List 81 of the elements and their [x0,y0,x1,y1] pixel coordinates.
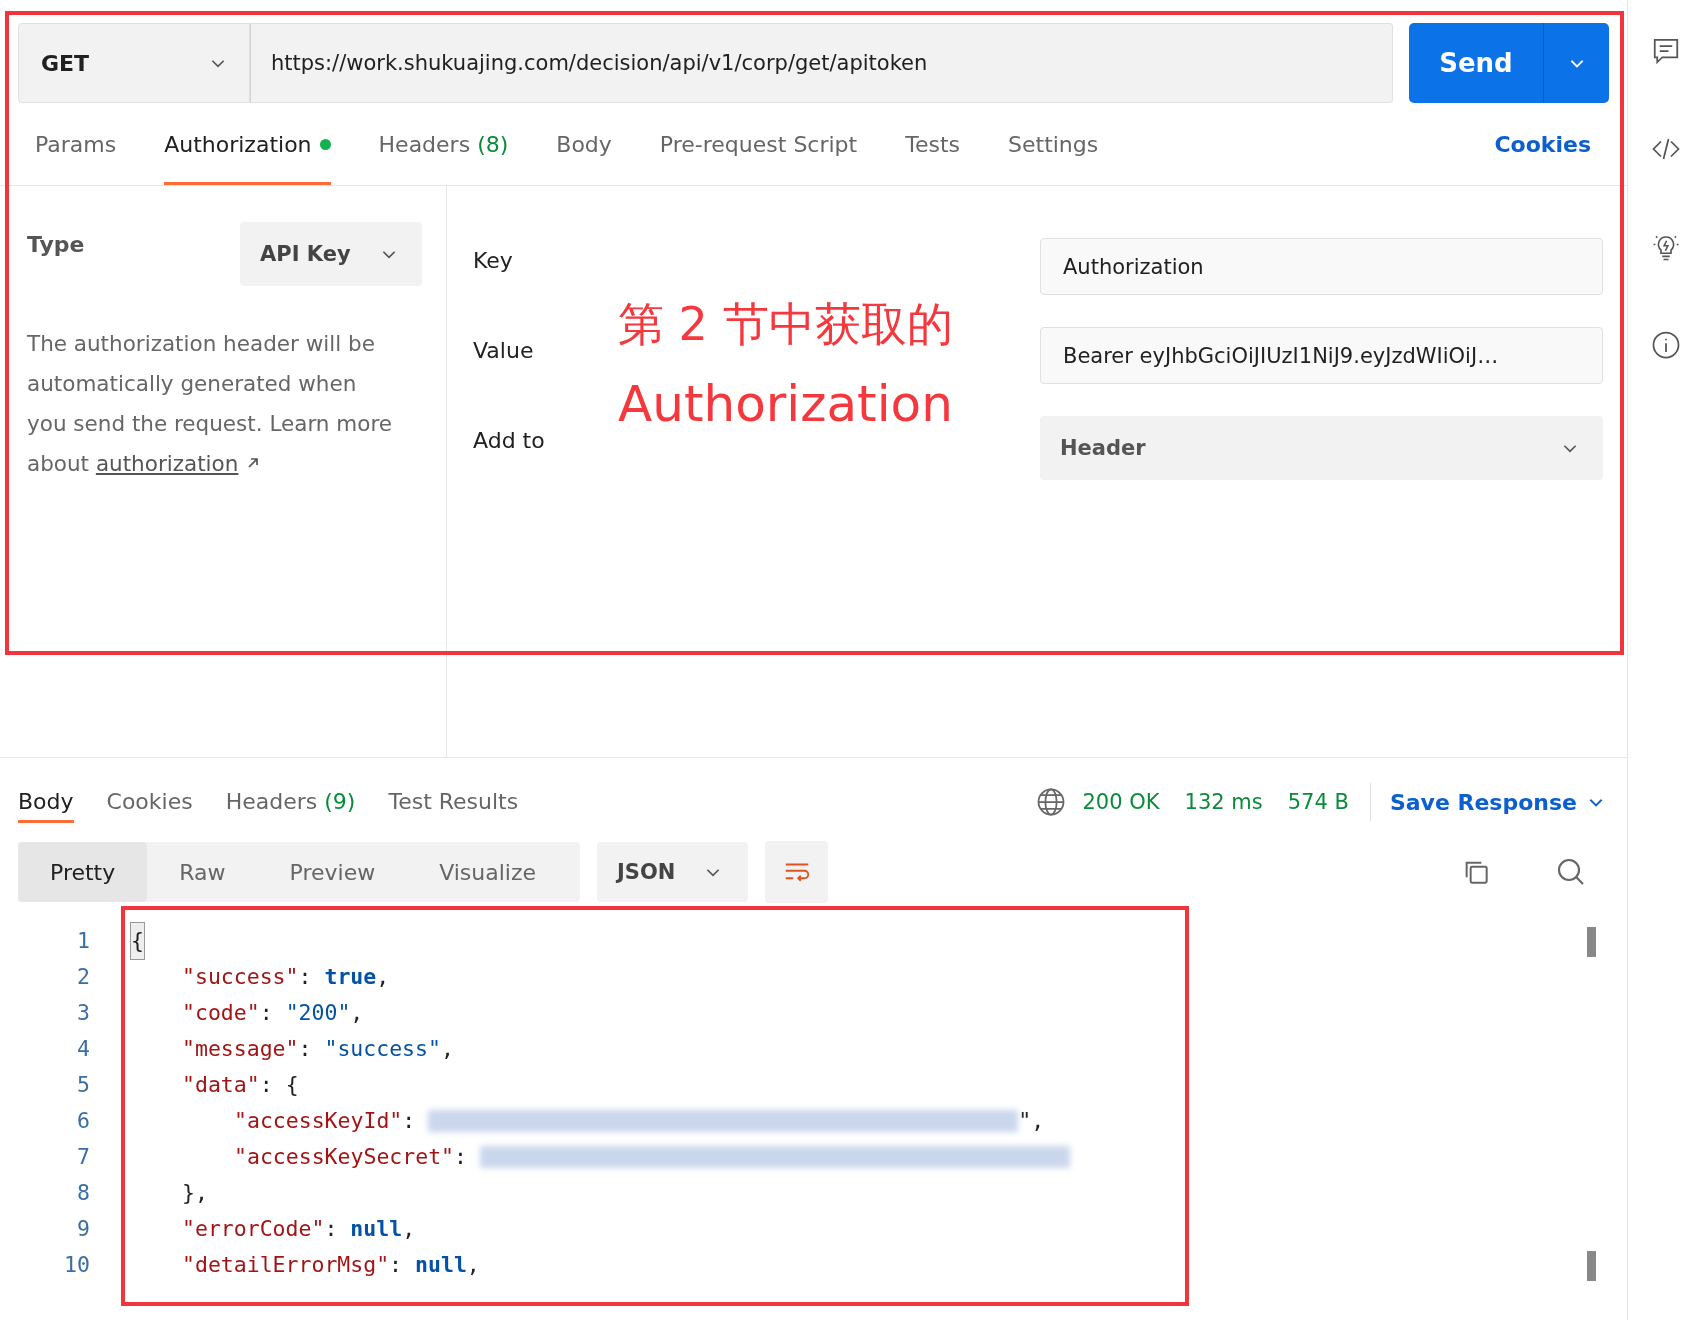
code-bracket: { [130,922,145,960]
line-number: 10 [63,1251,90,1279]
code-string: "200" [285,999,351,1027]
authorization-link[interactable]: authorization [95,451,239,476]
response-tab[interactable]: Headers (9) [225,759,356,823]
request-tab[interactable]: Tests [905,103,960,185]
send-button[interactable]: Send [1409,23,1543,103]
code-key: "errorCode" [182,1211,325,1247]
code-punctuation: { [285,1071,299,1099]
auth-description: The authorization header will be automatically generated when you send the request. Learn more about authorization [27,330,393,478]
globe-icon[interactable] [1035,787,1066,817]
code-punctuation: , [376,963,390,991]
line-number: 1 [76,927,90,955]
code-key: "detailErrorMsg" [182,1247,390,1283]
code-punctuation: : [454,1143,467,1171]
line-number: 8 [76,1179,90,1207]
response-tab[interactable]: Cookies [106,759,193,823]
code-punctuation: }, [182,1179,208,1207]
code-key: "accessKeySecret" [234,1139,455,1175]
code-punctuation: , [402,1215,416,1243]
view-mode-tab[interactable]: Pretty [18,842,148,902]
text-field[interactable]: Bearer eyJhbGciOiJIUzI1NiJ9.eyJzdWIiOiJ… [1040,327,1603,384]
line-number: 5 [76,1071,90,1099]
code-punctuation: , [350,999,364,1027]
request-tab[interactable]: Headers (8) [378,103,509,185]
request-tab[interactable]: Params [35,103,117,185]
code-key: "success" [182,959,299,995]
response-tab[interactable]: Body [18,759,74,823]
save-response-button[interactable]: Save Response [1389,789,1605,815]
code-punctuation: ", [1018,1107,1045,1135]
code-punctuation: : [298,963,312,991]
type-label: Type [27,231,85,257]
line-number: 3 [76,999,90,1027]
code-punctuation: : [389,1251,403,1279]
code-key: "code" [182,995,260,1031]
cookies-link[interactable]: Cookies [1494,131,1591,157]
status-code: 200 OK [1082,790,1160,814]
code-keyword: null [350,1215,403,1243]
request-tab[interactable]: Authorization [164,103,331,185]
method-dropdown[interactable]: GET [18,23,250,103]
field-label: Add to [473,427,546,455]
line-number: 2 [76,963,90,991]
code-key: "message" [182,1031,299,1067]
line-number: 9 [76,1215,90,1243]
annotation-text: Authorization [618,374,954,435]
request-tab[interactable]: Body [556,103,612,185]
view-mode-tab[interactable]: Raw [147,842,258,902]
word-wrap-button[interactable] [765,841,828,903]
url-field[interactable]: https://work.shukuajing.com/decision/api/v1/corp/get/apitoken [250,23,1393,103]
view-mode-tab[interactable]: Preview [257,842,408,902]
code-punctuation: , [440,1035,454,1063]
scrollbar-thumb[interactable] [1587,927,1596,957]
code-punctuation: , [466,1251,480,1279]
view-mode-tab[interactable]: Visualize [407,842,569,902]
code-key: "data" [182,1067,260,1103]
auth-type-dropdown[interactable]: API Key [240,222,422,286]
field-label: Key [473,247,514,275]
code-punctuation: : [298,1035,312,1063]
code-keyword: true [324,963,377,991]
response-time: 132 ms [1184,790,1263,814]
text-field[interactable]: Authorization [1040,238,1603,295]
code-string: "success" [324,1035,441,1063]
field-label: Value [473,337,535,365]
format-dropdown[interactable]: JSON [597,842,748,902]
line-number: 7 [76,1143,90,1171]
code-punctuation: : [402,1107,416,1135]
scrollbar-thumb[interactable] [1587,1251,1596,1281]
code-keyword: null [415,1251,467,1279]
response-size: 574 B [1287,790,1349,814]
line-number: 6 [76,1107,90,1135]
add-to-dropdown[interactable]: Header [1040,416,1603,480]
annotation-text: 第 2 节中获取的 [618,296,954,353]
info-icon[interactable] [1650,330,1681,360]
code-punctuation: : [324,1215,338,1243]
code-punctuation: : [259,1071,273,1099]
request-tab[interactable]: Settings [1008,103,1099,185]
code-punctuation: : [259,999,273,1027]
code-key: "accessKeyId" [234,1103,403,1139]
request-tab[interactable]: Pre-request Script [659,103,858,185]
response-tab[interactable]: Test Results [388,759,519,823]
line-number: 4 [76,1035,90,1063]
